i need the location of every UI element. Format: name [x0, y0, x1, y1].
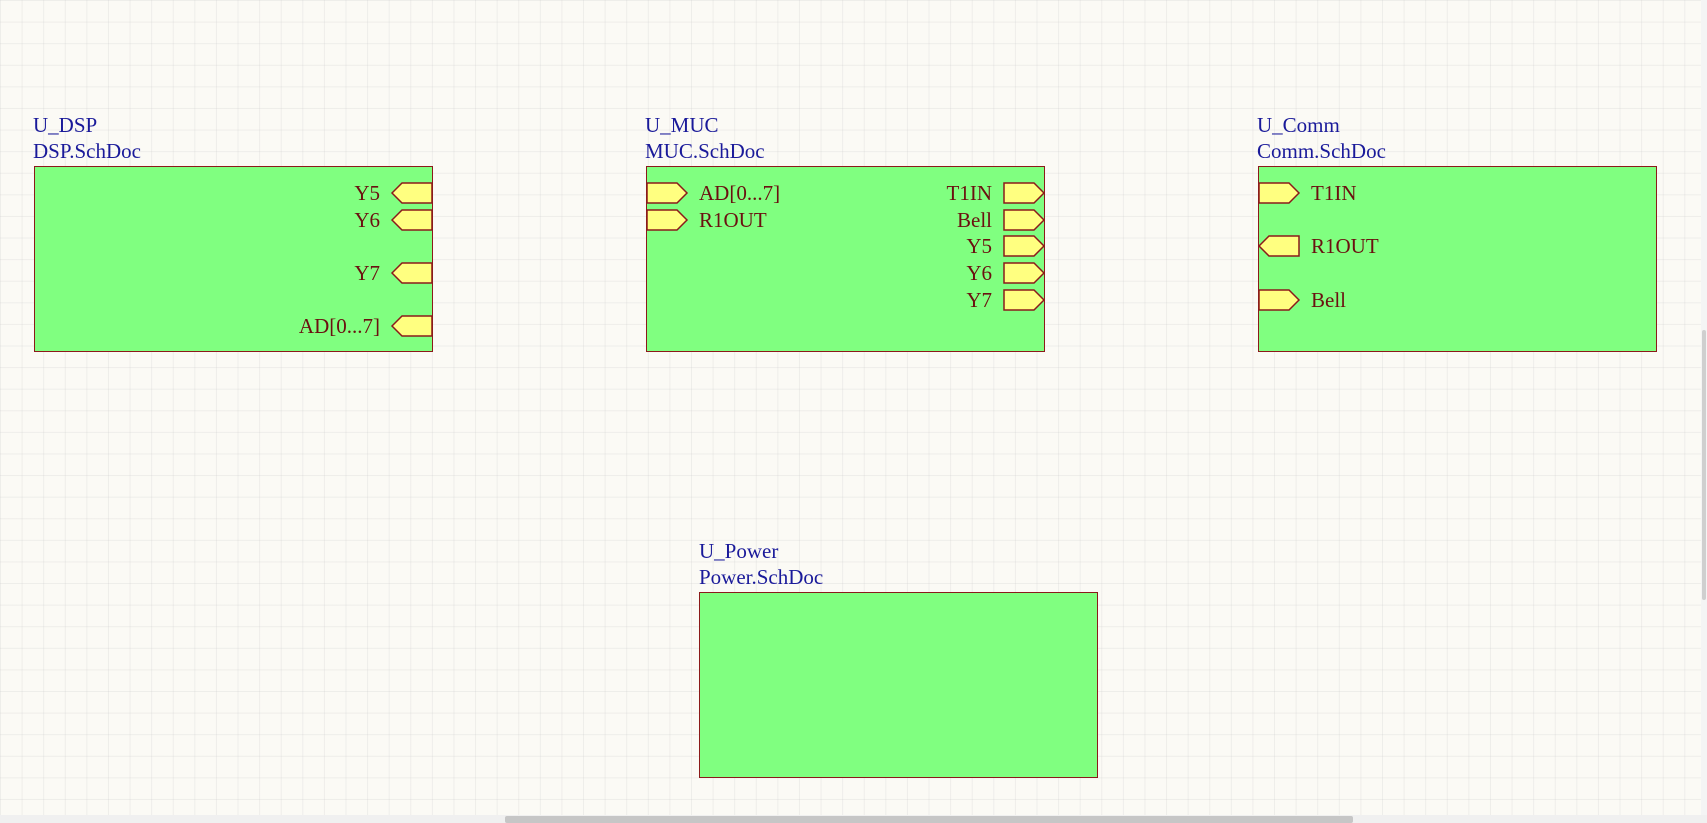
port-out-icon: [1003, 182, 1046, 204]
sheet-filename[interactable]: Comm.SchDoc: [1257, 138, 1386, 164]
sheet-entry-label: Y5: [966, 234, 992, 258]
port-in-icon: [390, 262, 433, 284]
sheet-filename[interactable]: Power.SchDoc: [699, 564, 823, 590]
sheet-entry-label: Y6: [354, 208, 380, 232]
sheet-entry[interactable]: T1IN: [1258, 181, 1459, 205]
sheet-designator[interactable]: U_DSP: [33, 112, 97, 138]
sheet-entry[interactable]: AD[0...7]: [646, 181, 847, 205]
sheet-symbol-muc[interactable]: AD[0...7] R1OUT T1IN Bell Y5 Y6 Y7: [646, 166, 1046, 352]
sheet-entry[interactable]: Y5: [844, 234, 1046, 258]
horizontal-scrollbar-thumb[interactable]: [505, 816, 1353, 823]
sheet-entry-label: Y5: [354, 181, 380, 205]
sheet-entry[interactable]: Bell: [844, 208, 1046, 232]
port-out-icon: [1258, 182, 1301, 204]
port-out-icon: [1003, 235, 1046, 257]
sheet-designator[interactable]: U_Comm: [1257, 112, 1340, 138]
sheet-entry-label: Bell: [1311, 288, 1346, 312]
sheet-entry-label: Bell: [957, 208, 992, 232]
sheet-entry-label: R1OUT: [1311, 234, 1379, 258]
sheet-entry[interactable]: Bell: [1258, 288, 1459, 312]
sheet-filename[interactable]: DSP.SchDoc: [33, 138, 141, 164]
port-in-icon: [390, 315, 433, 337]
sheet-entry[interactable]: Y6: [844, 261, 1046, 285]
sheet-entry-label: AD[0...7]: [699, 181, 781, 205]
sheet-entry-label: R1OUT: [699, 208, 767, 232]
sheet-entry-label: AD[0...7]: [298, 314, 380, 338]
sheet-entry-label: Y7: [354, 261, 380, 285]
port-out-icon: [1003, 209, 1046, 231]
sheet-entry[interactable]: R1OUT: [1257, 234, 1459, 258]
sheet-filename[interactable]: MUC.SchDoc: [645, 138, 765, 164]
sheet-symbol-comm[interactable]: T1IN R1OUT Bell: [1257, 166, 1657, 352]
sheet-designator[interactable]: U_MUC: [645, 112, 719, 138]
schematic-canvas[interactable]: U_DSP DSP.SchDoc Y5 Y6 Y7 AD[0...7] U_MU…: [0, 0, 1707, 823]
sheet-designator[interactable]: U_Power: [699, 538, 778, 564]
sheet-entry[interactable]: T1IN: [844, 181, 1046, 205]
sheet-entry[interactable]: Y7: [232, 261, 433, 285]
port-out-icon: [1003, 289, 1046, 311]
sheet-entry-label: T1IN: [1311, 181, 1357, 205]
sheet-entry[interactable]: AD[0...7]: [232, 314, 433, 338]
port-out-icon: [646, 209, 689, 231]
sheet-entry-label: T1IN: [946, 181, 993, 205]
sheet-entry-label: Y7: [966, 288, 992, 312]
port-in-icon: [390, 182, 433, 204]
sheet-entry[interactable]: Y5: [232, 181, 433, 205]
port-in-icon: [390, 209, 433, 231]
port-out-icon: [1258, 289, 1301, 311]
port-in-icon: [1257, 235, 1300, 257]
port-out-icon: [1003, 262, 1046, 284]
sheet-symbol-dsp[interactable]: Y5 Y6 Y7 AD[0...7]: [34, 166, 433, 352]
sheet-entry[interactable]: R1OUT: [646, 208, 847, 232]
sheet-entry[interactable]: Y6: [232, 208, 433, 232]
vertical-scrollbar-thumb[interactable]: [1702, 330, 1706, 600]
sheet-entry[interactable]: Y7: [844, 288, 1046, 312]
port-out-icon: [646, 182, 689, 204]
sheet-entry-label: Y6: [966, 261, 992, 285]
sheet-symbol-power[interactable]: [699, 592, 1098, 778]
